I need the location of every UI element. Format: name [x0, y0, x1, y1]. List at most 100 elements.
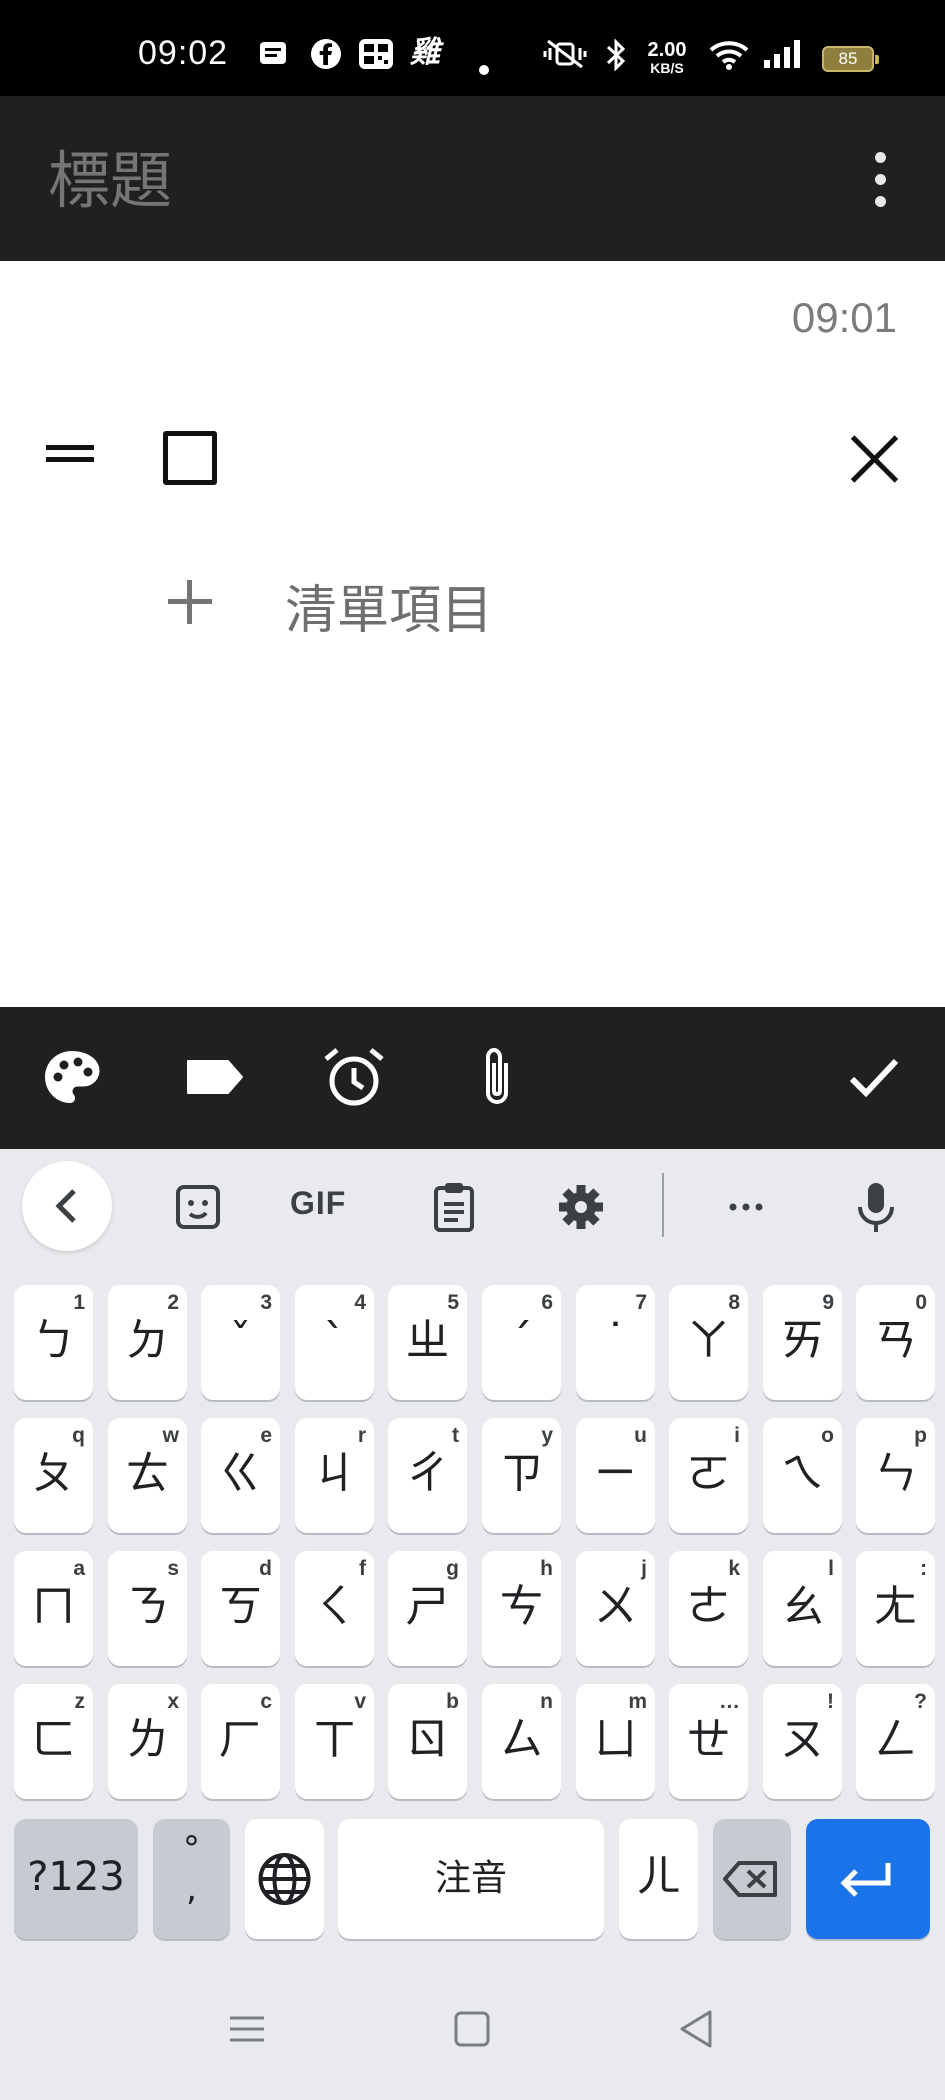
back-chevron-icon[interactable]: [22, 1161, 112, 1251]
key[interactable]: ㄗy: [482, 1418, 561, 1533]
key[interactable]: ㄙn: [482, 1684, 561, 1799]
key-label: ㄜ: [686, 1581, 731, 1632]
sticker-icon[interactable]: [168, 1177, 228, 1237]
key-label: ㄈ: [31, 1714, 76, 1765]
key[interactable]: ㄒv: [295, 1684, 374, 1799]
key-label: ㄝ: [686, 1714, 731, 1765]
key[interactable]: ˋ4: [295, 1285, 374, 1400]
key[interactable]: ㄍe: [201, 1418, 280, 1533]
key[interactable]: ㄋs: [108, 1551, 187, 1666]
key[interactable]: ㄕg: [388, 1551, 467, 1666]
key[interactable]: ㄌx: [108, 1684, 187, 1799]
key-label: ㄚ: [686, 1315, 731, 1366]
key[interactable]: ㄎd: [201, 1551, 280, 1666]
key[interactable]: ㄚ8: [669, 1285, 748, 1400]
key-hint: ?: [914, 1690, 927, 1713]
key[interactable]: ㄞ9: [763, 1285, 842, 1400]
key[interactable]: ㄠl: [763, 1551, 842, 1666]
key-hint: m: [628, 1690, 647, 1713]
facebook-icon: [310, 38, 342, 76]
key[interactable]: ㄏc: [201, 1684, 280, 1799]
key[interactable]: ㄔt: [388, 1418, 467, 1533]
settings-gear-icon[interactable]: [551, 1177, 611, 1237]
key[interactable]: ㄊw: [108, 1418, 187, 1533]
key-hint: 1: [73, 1291, 85, 1314]
label-icon[interactable]: [178, 1041, 250, 1113]
space-key[interactable]: 注音: [338, 1819, 604, 1939]
key-hint: x: [167, 1690, 179, 1713]
plus-icon: [168, 580, 212, 624]
key[interactable]: ㄘh: [482, 1551, 561, 1666]
clipboard-icon[interactable]: [424, 1177, 484, 1237]
key-label: ㄣ: [873, 1448, 918, 1499]
mute-vibrate-icon: [542, 38, 588, 76]
key[interactable]: ㄇa: [14, 1551, 93, 1666]
globe-icon[interactable]: [245, 1819, 324, 1939]
key[interactable]: ㄝ…: [669, 1684, 748, 1799]
key-hint: w: [162, 1424, 179, 1447]
back-icon[interactable]: [672, 2004, 722, 2054]
key-hint: 0: [915, 1291, 927, 1314]
notes-icon: [258, 38, 288, 74]
done-check-icon[interactable]: [838, 1041, 910, 1113]
more-vert-icon[interactable]: [856, 150, 904, 210]
battery-icon: 85: [822, 46, 879, 72]
edited-time: 09:01: [791, 294, 897, 341]
key-label: ㄖ: [405, 1714, 450, 1765]
key[interactable]: ㄐr: [295, 1418, 374, 1533]
key[interactable]: ㄛi: [669, 1418, 748, 1533]
attach-icon[interactable]: [462, 1041, 534, 1113]
palette-icon[interactable]: [36, 1041, 108, 1113]
alarm-icon[interactable]: [318, 1041, 390, 1113]
home-icon[interactable]: [447, 2004, 497, 2054]
key[interactable]: ㄉ2: [108, 1285, 187, 1400]
key[interactable]: ㄢ0: [856, 1285, 935, 1400]
key-label: ㄤ: [873, 1581, 918, 1632]
key[interactable]: ㄧu: [576, 1418, 655, 1533]
key[interactable]: ㄤ:: [856, 1551, 935, 1666]
key[interactable]: ˇ3: [201, 1285, 280, 1400]
key-hint: t: [452, 1424, 459, 1447]
symbols-key[interactable]: ?123: [14, 1819, 138, 1939]
list-item-input[interactable]: [250, 430, 810, 486]
er-key[interactable]: ㄦ: [619, 1819, 698, 1939]
key[interactable]: ㄡ!: [763, 1684, 842, 1799]
key[interactable]: ㄣp: [856, 1418, 935, 1533]
enter-icon[interactable]: [806, 1819, 930, 1939]
gif-button[interactable]: GIF: [290, 1185, 346, 1222]
recents-icon[interactable]: [222, 2004, 272, 2054]
key[interactable]: ㄖb: [388, 1684, 467, 1799]
key[interactable]: ㄩm: [576, 1684, 655, 1799]
title-input[interactable]: [48, 144, 648, 217]
more-horiz-icon[interactable]: [716, 1177, 776, 1237]
key[interactable]: ㄨj: [576, 1551, 655, 1666]
key[interactable]: ㄜk: [669, 1551, 748, 1666]
backspace-icon[interactable]: [713, 1819, 791, 1939]
key-hint: 6: [541, 1291, 553, 1314]
key-label: ㄛ: [686, 1448, 731, 1499]
key-label: ˙: [604, 1315, 627, 1366]
key-hint: 5: [447, 1291, 459, 1314]
key[interactable]: ㄅ1: [14, 1285, 93, 1400]
key[interactable]: ㄈz: [14, 1684, 93, 1799]
key[interactable]: ㄑf: [295, 1551, 374, 1666]
key-hint: i: [734, 1424, 740, 1447]
key-hint: v: [354, 1690, 366, 1713]
key[interactable]: ˊ6: [482, 1285, 561, 1400]
key[interactable]: ㄆq: [14, 1418, 93, 1533]
key-hint: 2: [167, 1291, 179, 1314]
mic-icon[interactable]: [846, 1177, 906, 1237]
drag-handle-icon[interactable]: [46, 445, 94, 467]
key[interactable]: ㄥ?: [856, 1684, 935, 1799]
checkbox[interactable]: [163, 431, 217, 485]
close-icon[interactable]: [848, 432, 902, 486]
key-hint: !: [827, 1690, 834, 1713]
key[interactable]: ˙ 7: [576, 1285, 655, 1400]
key-hint: l: [828, 1557, 834, 1580]
key-label: ㄎ: [218, 1581, 263, 1632]
key[interactable]: ㄓ5: [388, 1285, 467, 1400]
key-hint: r: [357, 1424, 366, 1447]
add-list-item[interactable]: 清單項目: [160, 560, 540, 641]
punctuation-key[interactable]: ° ,: [153, 1819, 230, 1939]
key[interactable]: ㄟo: [763, 1418, 842, 1533]
